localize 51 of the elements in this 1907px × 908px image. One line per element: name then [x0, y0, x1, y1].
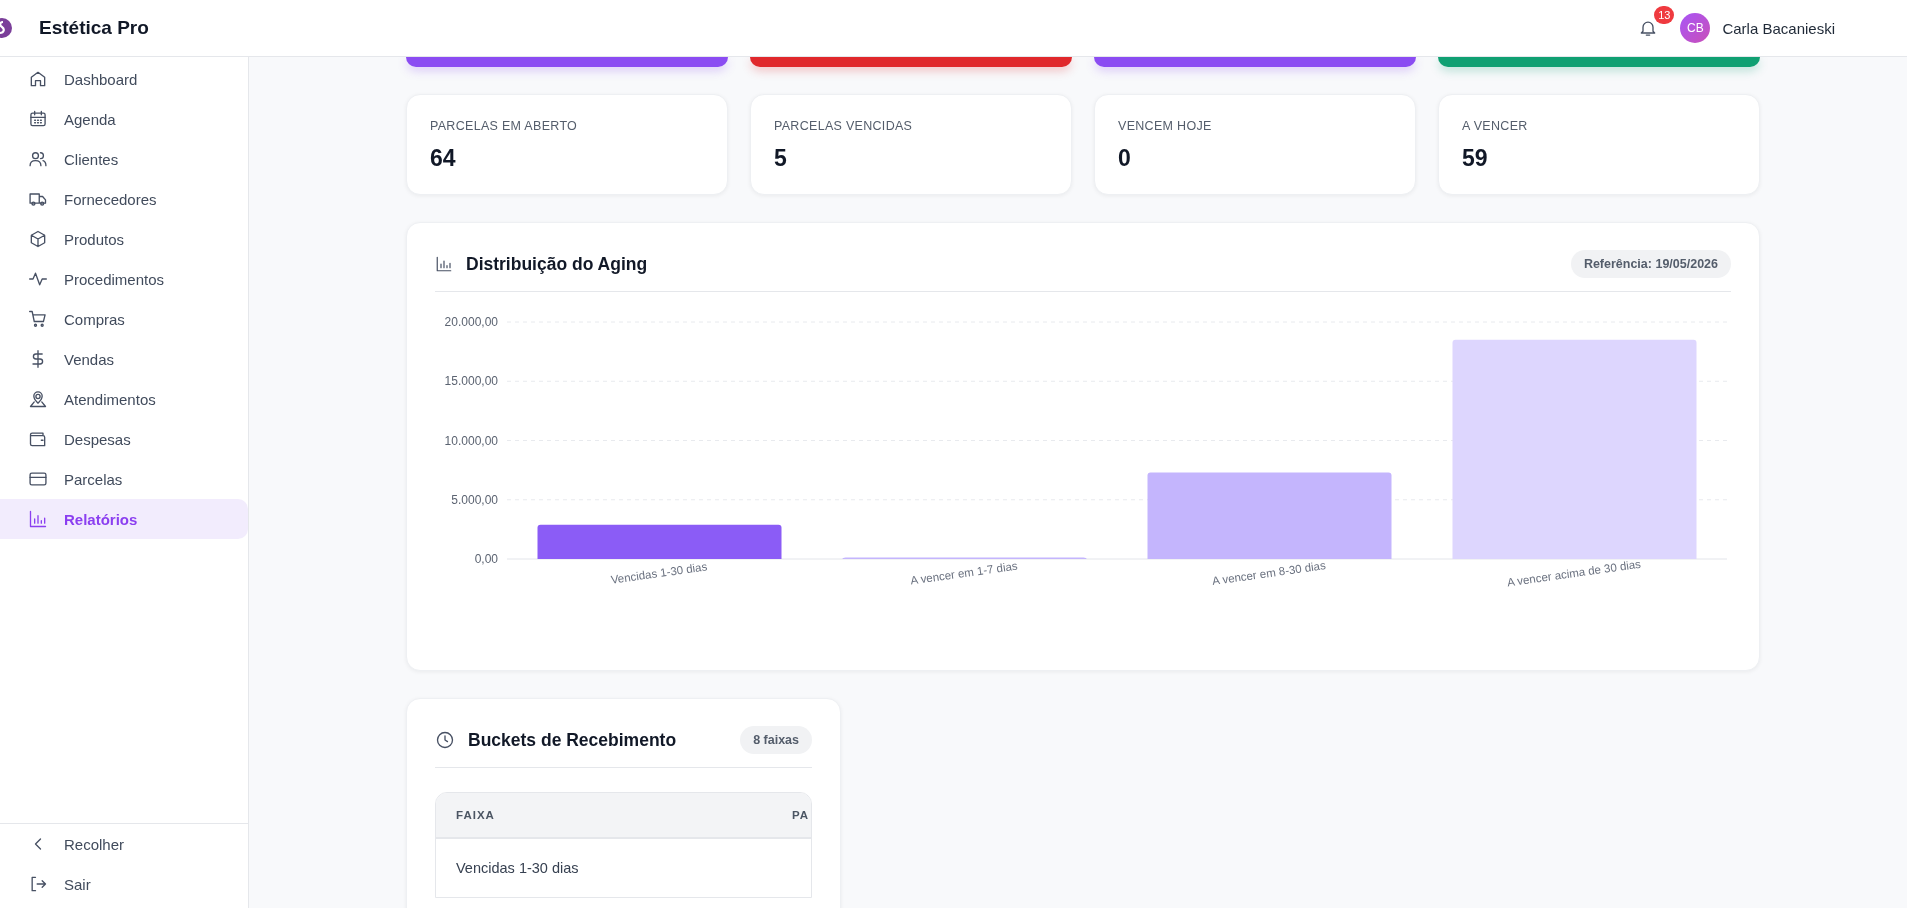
tick-label: 0,00 — [474, 552, 498, 566]
calendar-icon — [28, 109, 48, 129]
bar-chart-icon — [435, 255, 453, 273]
stat-label: PARCELAS EM ABERTO — [430, 119, 579, 133]
stat-value: 59 — [1462, 145, 1489, 172]
home-icon — [28, 69, 48, 89]
user-name[interactable]: Carla Bacanieski — [1722, 19, 1835, 37]
sidebar-item[interactable]: Fornecedores — [0, 179, 248, 219]
tick-label: 20.000,00 — [444, 315, 498, 329]
stat-label: A VENCER — [1462, 119, 1529, 133]
tick-label: 10.000,00 — [444, 433, 498, 448]
cart-icon — [28, 309, 48, 329]
tick-label: 5.000,00 — [451, 492, 498, 507]
sidebar-item[interactable]: Procedimentos — [0, 259, 248, 299]
bar-chart-icon — [28, 509, 48, 529]
tick-label: 15.000,00 — [444, 374, 498, 389]
count-badge: 8 faixas — [740, 726, 812, 754]
sidebar-item[interactable]: Despesas — [0, 419, 248, 459]
category-label: Vencidas 1-30 dias — [610, 560, 708, 586]
sidebar-item[interactable]: Atendimentos — [0, 379, 248, 419]
category-label: A vencer acima de 30 dias — [1506, 557, 1642, 589]
column-header: FAIXA — [456, 809, 495, 821]
card-title: Distribuição do Aging — [466, 253, 648, 275]
stat-label: PARCELAS VENCIDAS — [774, 119, 914, 133]
column-header: PA — [791, 809, 809, 821]
sidebar-item[interactable]: Relatórios — [0, 499, 248, 539]
stat-value: 5 — [774, 145, 788, 172]
app-title: Estética Pro — [39, 17, 149, 39]
users-icon — [28, 149, 48, 169]
stat-label: VENCEM HOJE — [1118, 119, 1213, 133]
map-pin-icon — [28, 389, 48, 409]
box-icon — [28, 229, 48, 249]
stat-value: 64 — [430, 145, 457, 172]
sidebar-item[interactable]: Vendas — [0, 339, 248, 379]
card-title: Buckets de Recebimento — [468, 729, 677, 751]
sidebar-item[interactable]: Dashboard — [0, 59, 248, 99]
category-label: A vencer em 1-7 dias — [909, 559, 1019, 587]
clock-icon — [435, 730, 455, 750]
notification-badge: 13 — [1654, 6, 1675, 24]
table-cell: Vencidas 1-30 dias — [456, 860, 579, 876]
sidebar-item[interactable]: Clientes — [0, 139, 248, 179]
stat-value: 0 — [1118, 145, 1132, 172]
count-badge: Referência: 19/05/2026 — [1570, 250, 1731, 278]
user-avatar[interactable]: CB — [1680, 13, 1711, 43]
sidebar-item[interactable]: Parcelas — [0, 459, 248, 499]
sidebar-item[interactable]: Produtos — [0, 219, 248, 259]
sidebar-item[interactable]: Compras — [0, 299, 248, 339]
category-label: A vencer em 8-30 dias — [1211, 559, 1327, 587]
sidebar-item[interactable]: Sair — [0, 864, 248, 904]
sidebar-item[interactable]: Agenda — [0, 99, 248, 139]
sidebar-item[interactable]: Recolher — [0, 824, 248, 864]
